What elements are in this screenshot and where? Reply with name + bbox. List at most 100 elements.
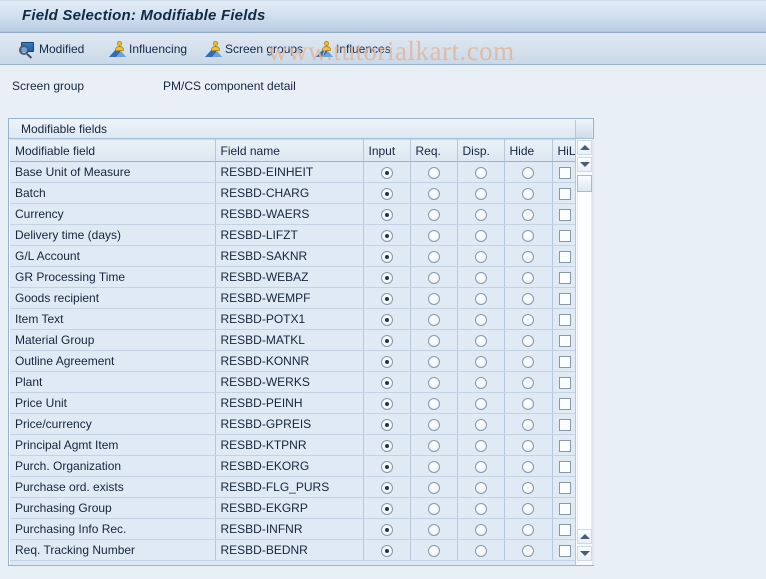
cell-radio-req[interactable] bbox=[410, 539, 458, 561]
cell-radio-req[interactable] bbox=[410, 455, 458, 477]
radio-disp[interactable] bbox=[474, 355, 487, 368]
table-row[interactable]: Purch. Organization RESBD-EKORG bbox=[10, 455, 579, 477]
radio-disp[interactable] bbox=[474, 166, 487, 179]
col-header-hide[interactable]: Hide bbox=[504, 139, 553, 162]
radio-hide[interactable] bbox=[522, 397, 534, 410]
radio-input[interactable] bbox=[380, 229, 393, 242]
table-row[interactable]: Purchasing Info Rec. RESBD-INFNR bbox=[10, 518, 579, 540]
radio-req[interactable] bbox=[427, 481, 440, 494]
checkbox-hili[interactable] bbox=[559, 376, 571, 389]
radio-hide[interactable] bbox=[522, 355, 534, 368]
radio-disp[interactable] bbox=[474, 313, 487, 326]
cell-radio-disp[interactable] bbox=[457, 434, 505, 456]
radio-hide[interactable] bbox=[522, 250, 534, 263]
radio-req[interactable] bbox=[427, 313, 440, 326]
checkbox-hili[interactable] bbox=[559, 334, 571, 347]
cell-radio-req[interactable] bbox=[410, 371, 458, 393]
col-header-field-name[interactable]: Field name bbox=[215, 139, 364, 162]
radio-input[interactable] bbox=[380, 376, 393, 389]
cell-radio-disp[interactable] bbox=[457, 245, 505, 267]
checkbox-hili[interactable] bbox=[559, 208, 571, 221]
cell-radio-req[interactable] bbox=[410, 434, 458, 456]
radio-hide[interactable] bbox=[522, 271, 534, 284]
checkbox-hili[interactable] bbox=[559, 502, 571, 515]
cell-radio-disp[interactable] bbox=[457, 518, 505, 540]
cell-radio-disp[interactable] bbox=[457, 476, 505, 498]
cell-radio-req[interactable] bbox=[410, 476, 458, 498]
cell-radio-input[interactable] bbox=[363, 455, 411, 477]
cell-radio-disp[interactable] bbox=[457, 497, 505, 519]
cell-radio-req[interactable] bbox=[410, 392, 458, 414]
radio-disp[interactable] bbox=[474, 229, 487, 242]
radio-hide[interactable] bbox=[522, 376, 534, 389]
col-header-disp[interactable]: Disp. bbox=[457, 139, 505, 162]
radio-input[interactable] bbox=[380, 523, 393, 536]
table-row[interactable]: Price Unit RESBD-PEINH bbox=[10, 392, 579, 414]
radio-hide[interactable] bbox=[522, 334, 534, 347]
radio-input[interactable] bbox=[380, 271, 393, 284]
radio-hide[interactable] bbox=[522, 502, 534, 515]
radio-disp[interactable] bbox=[474, 334, 487, 347]
radio-input[interactable] bbox=[380, 481, 393, 494]
radio-req[interactable] bbox=[427, 229, 440, 242]
cell-radio-hide[interactable] bbox=[504, 182, 553, 204]
checkbox-hili[interactable] bbox=[559, 418, 571, 431]
cell-radio-disp[interactable] bbox=[457, 455, 505, 477]
checkbox-hili[interactable] bbox=[559, 460, 571, 473]
cell-radio-input[interactable] bbox=[363, 266, 411, 288]
table-vertical-scrollbar[interactable] bbox=[575, 139, 592, 565]
cell-radio-input[interactable] bbox=[363, 392, 411, 414]
cell-radio-req[interactable] bbox=[410, 224, 458, 246]
scrollbar-thumb[interactable] bbox=[577, 175, 592, 192]
cell-radio-hide[interactable] bbox=[504, 203, 553, 225]
toolbar-button-influences[interactable]: Influences bbox=[311, 37, 396, 61]
table-row[interactable]: Goods recipient RESBD-WEMPF bbox=[10, 287, 579, 309]
radio-req[interactable] bbox=[427, 418, 440, 431]
cell-radio-hide[interactable] bbox=[504, 161, 553, 183]
radio-req[interactable] bbox=[427, 271, 440, 284]
radio-req[interactable] bbox=[427, 292, 440, 305]
table-row[interactable]: Currency RESBD-WAERS bbox=[10, 203, 579, 225]
radio-input[interactable] bbox=[380, 460, 393, 473]
cell-radio-hide[interactable] bbox=[504, 434, 553, 456]
cell-radio-req[interactable] bbox=[410, 497, 458, 519]
cell-radio-disp[interactable] bbox=[457, 371, 505, 393]
radio-disp[interactable] bbox=[474, 271, 487, 284]
cell-radio-req[interactable] bbox=[410, 266, 458, 288]
radio-disp[interactable] bbox=[474, 523, 487, 536]
radio-disp[interactable] bbox=[474, 439, 487, 452]
checkbox-hili[interactable] bbox=[559, 187, 571, 200]
cell-radio-req[interactable] bbox=[410, 329, 458, 351]
cell-radio-hide[interactable] bbox=[504, 287, 553, 309]
cell-radio-hide[interactable] bbox=[504, 455, 553, 477]
radio-hide[interactable] bbox=[522, 481, 534, 494]
cell-radio-hide[interactable] bbox=[504, 497, 553, 519]
cell-radio-req[interactable] bbox=[410, 518, 458, 540]
table-row[interactable]: Batch RESBD-CHARG bbox=[10, 182, 579, 204]
toolbar-button-modified[interactable]: Modified bbox=[14, 37, 89, 61]
cell-radio-disp[interactable] bbox=[457, 308, 505, 330]
table-row[interactable]: G/L Account RESBD-SAKNR bbox=[10, 245, 579, 267]
cell-radio-disp[interactable] bbox=[457, 413, 505, 435]
col-header-modifiable-field[interactable]: Modifiable field bbox=[10, 139, 216, 162]
cell-radio-hide[interactable] bbox=[504, 413, 553, 435]
col-header-req[interactable]: Req. bbox=[410, 139, 458, 162]
table-row[interactable]: Material Group RESBD-MATKL bbox=[10, 329, 579, 351]
cell-radio-disp[interactable] bbox=[457, 224, 505, 246]
table-row[interactable]: Price/currency RESBD-GPREIS bbox=[10, 413, 579, 435]
cell-radio-disp[interactable] bbox=[457, 287, 505, 309]
cell-radio-input[interactable] bbox=[363, 413, 411, 435]
radio-input[interactable] bbox=[380, 439, 393, 452]
checkbox-hili[interactable] bbox=[559, 439, 571, 452]
checkbox-hili[interactable] bbox=[559, 229, 571, 242]
cell-radio-input[interactable] bbox=[363, 371, 411, 393]
cell-radio-disp[interactable] bbox=[457, 182, 505, 204]
radio-hide[interactable] bbox=[522, 166, 534, 179]
radio-req[interactable] bbox=[427, 523, 440, 536]
radio-req[interactable] bbox=[427, 460, 440, 473]
scroll-down-button[interactable] bbox=[577, 546, 592, 561]
radio-input[interactable] bbox=[380, 397, 393, 410]
cell-radio-req[interactable] bbox=[410, 182, 458, 204]
cell-radio-input[interactable] bbox=[363, 434, 411, 456]
cell-radio-hide[interactable] bbox=[504, 308, 553, 330]
